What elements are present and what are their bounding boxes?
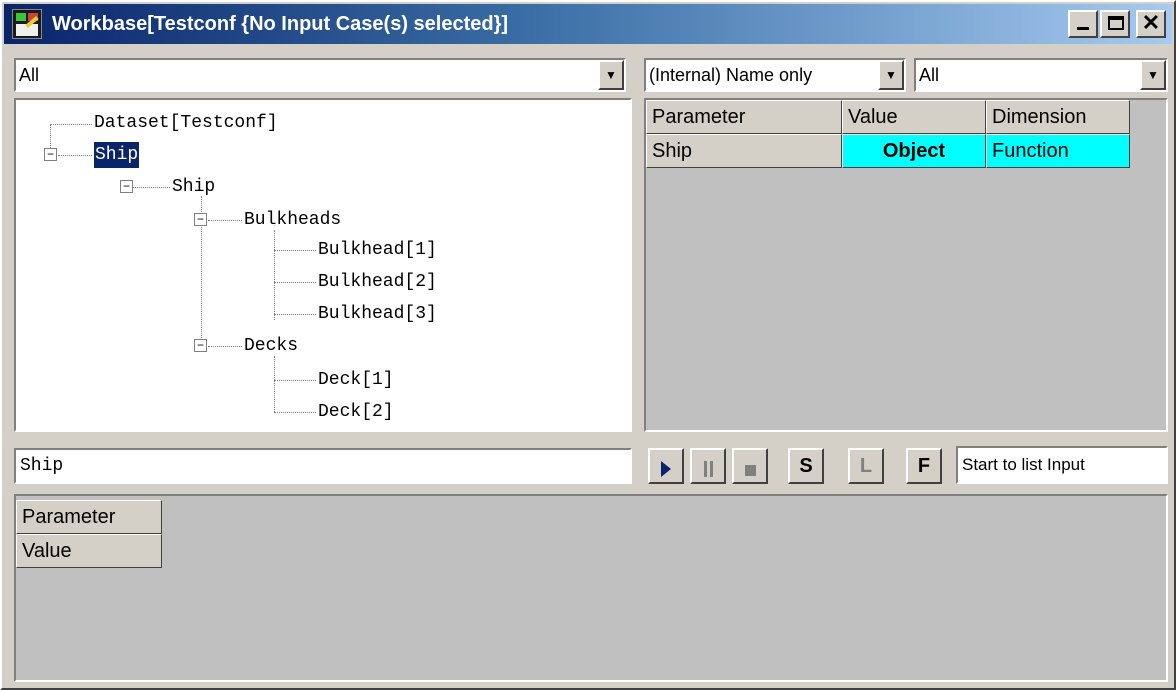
tree-filter-select[interactable]: All ▼ (14, 58, 626, 92)
tree-node-deck-1[interactable]: Deck[1] (318, 367, 394, 393)
stop-button[interactable] (732, 448, 768, 484)
f-button[interactable]: F (906, 448, 942, 484)
maximize-icon (1108, 16, 1124, 30)
minimize-button[interactable] (1068, 10, 1098, 38)
maximize-button[interactable] (1100, 10, 1130, 38)
collapse-icon[interactable]: − (194, 213, 207, 226)
title-bar[interactable]: Workbase[Testconf {No Input Case(s) sele… (4, 4, 1172, 44)
pause-icon (703, 461, 713, 477)
tree-node-ship[interactable]: Ship (172, 174, 215, 200)
object-path-input[interactable]: Ship (14, 448, 632, 484)
collapse-icon[interactable]: − (194, 339, 207, 352)
tree-node-bulkhead-2[interactable]: Bulkhead[2] (318, 269, 437, 295)
collapse-icon[interactable]: − (44, 148, 57, 161)
stop-icon (744, 464, 756, 476)
tree-node-deck-2[interactable]: Deck[2] (318, 399, 394, 425)
value-cell[interactable]: Object (842, 134, 986, 168)
app-icon[interactable] (12, 9, 42, 39)
tree-node-bulkhead-1[interactable]: Bulkhead[1] (318, 237, 437, 263)
tree-node-dataset[interactable]: Dataset[Testconf] (94, 110, 278, 136)
detail-row-value[interactable]: Value (16, 534, 162, 568)
parameter-filter-value: All (919, 64, 940, 85)
l-button[interactable]: L (848, 448, 884, 484)
parameter-grid[interactable]: Parameter Value Dimension Ship Object Fu… (644, 98, 1168, 432)
play-button[interactable] (648, 448, 684, 484)
object-tree[interactable]: − − − − Dataset[Testconf] Ship Ship Bulk… (14, 98, 632, 432)
parameter-filter-select[interactable]: All ▼ (914, 58, 1168, 92)
close-icon: ✕ (1141, 10, 1161, 35)
tree-node-decks[interactable]: Decks (244, 333, 298, 359)
status-field: Start to list Input (956, 446, 1168, 484)
name-mode-select[interactable]: (Internal) Name only ▼ (644, 58, 906, 92)
close-button[interactable]: ✕ (1136, 10, 1166, 38)
parameter-cell[interactable]: Ship (646, 134, 842, 168)
tree-node-bulkhead-3[interactable]: Bulkhead[3] (318, 301, 437, 327)
workbase-window: Workbase[Testconf {No Input Case(s) sele… (0, 0, 1176, 690)
column-header-parameter[interactable]: Parameter (646, 100, 842, 134)
play-icon (661, 461, 671, 477)
minimize-icon (1077, 27, 1089, 30)
s-button[interactable]: S (788, 448, 824, 484)
pause-button[interactable] (690, 448, 726, 484)
tree-filter-value: All (19, 64, 40, 85)
tree-node-bulkheads[interactable]: Bulkheads (244, 207, 341, 233)
chevron-down-icon[interactable]: ▼ (878, 60, 904, 90)
window-controls: ✕ (1068, 10, 1166, 38)
dimension-cell[interactable]: Function (986, 134, 1130, 168)
column-header-value[interactable]: Value (842, 100, 986, 134)
chevron-down-icon[interactable]: ▼ (1140, 60, 1166, 90)
chevron-down-icon[interactable]: ▼ (598, 60, 624, 90)
tree-node-ship-root[interactable]: Ship (92, 141, 141, 169)
column-header-dimension[interactable]: Dimension (986, 100, 1130, 134)
name-mode-value: (Internal) Name only (649, 64, 813, 85)
window-title: Workbase[Testconf {No Input Case(s) sele… (52, 12, 509, 35)
detail-row-parameter[interactable]: Parameter (16, 500, 162, 534)
collapse-icon[interactable]: − (120, 180, 133, 193)
detail-grid[interactable]: Parameter Value (14, 494, 1168, 682)
